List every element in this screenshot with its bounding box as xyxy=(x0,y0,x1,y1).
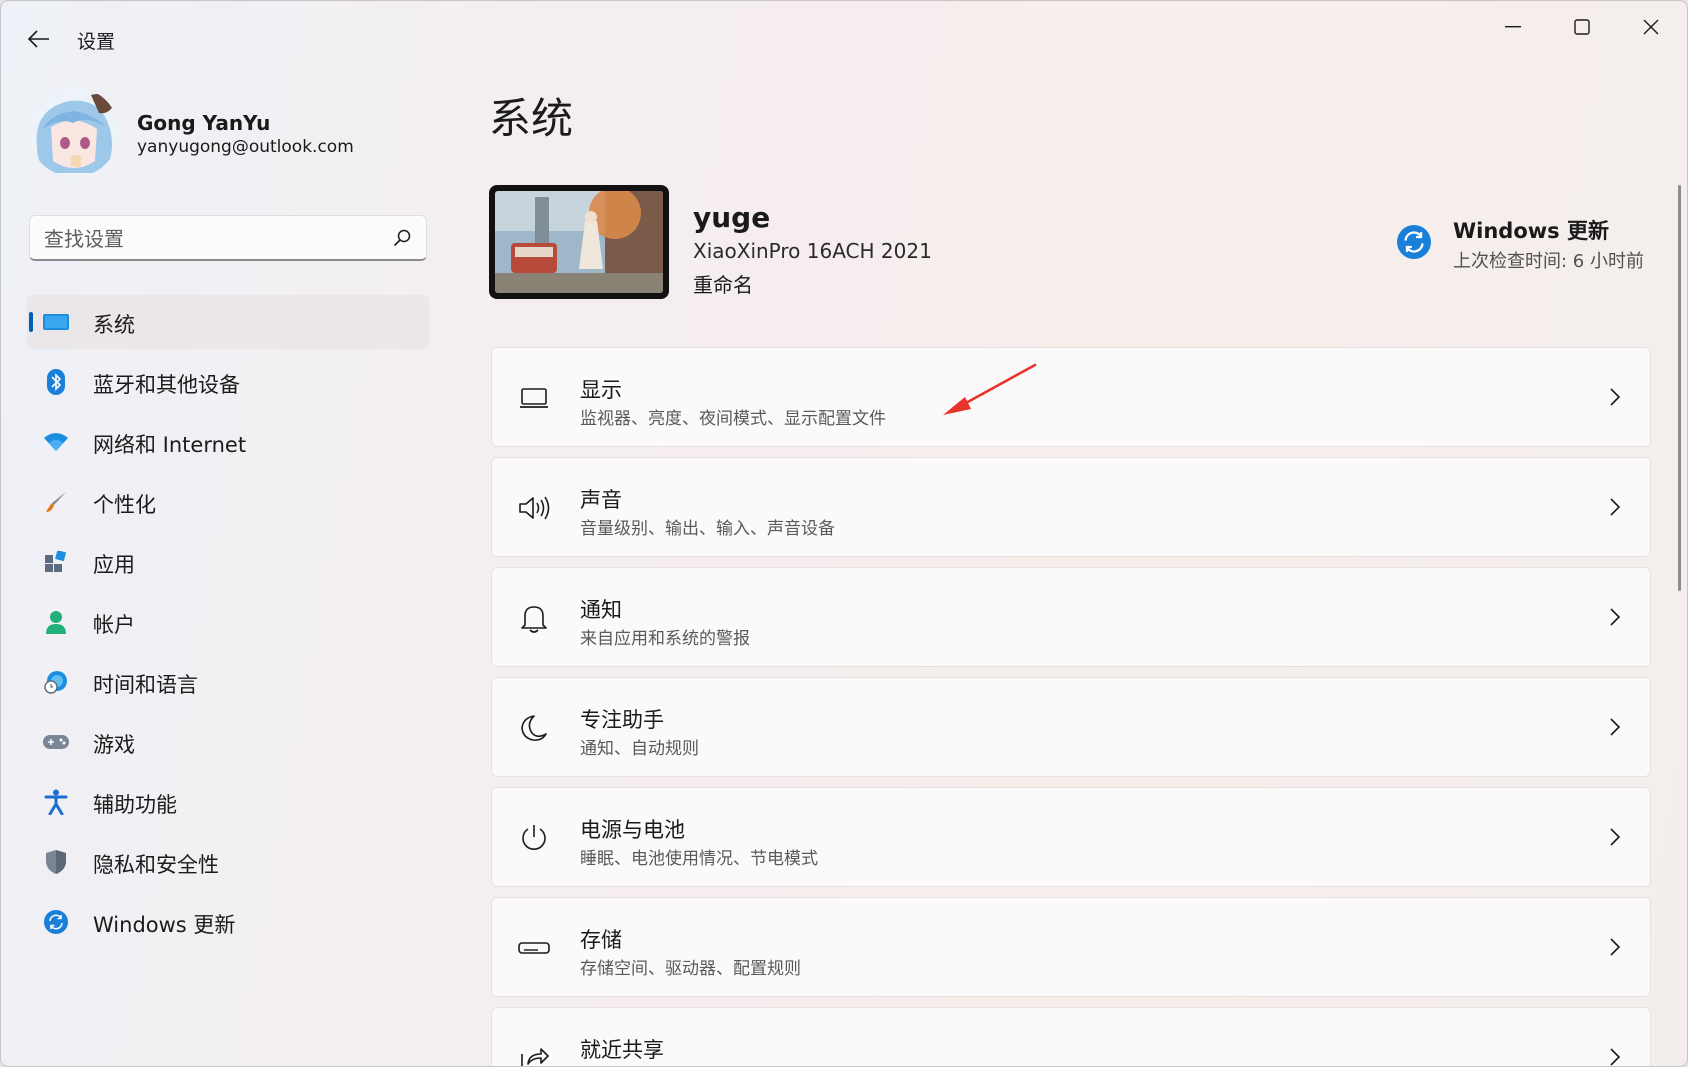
card-subtitle: 通知、自动规则 xyxy=(580,739,699,759)
sidebar-item-label: 蓝牙和其他设备 xyxy=(93,373,240,397)
device-name: yuge xyxy=(693,201,771,234)
sidebar-item-label: 个性化 xyxy=(93,493,156,517)
chevron-right-icon xyxy=(1610,608,1621,626)
sidebar-nav: 系统 蓝牙和其他设备 网络和 Internet 个性化 应用 帐户 时间和语言 … xyxy=(27,295,429,955)
sidebar-item-label: 游戏 xyxy=(93,733,135,757)
share-icon xyxy=(518,1042,550,1066)
update-icon[interactable] xyxy=(1397,225,1431,259)
sidebar-item-accessibility[interactable]: 辅助功能 xyxy=(27,775,429,829)
apps-icon xyxy=(43,549,69,575)
annotation-arrow-icon xyxy=(943,363,1037,415)
minimize-button[interactable] xyxy=(1481,9,1545,45)
user-email: yanyugong@outlook.com xyxy=(137,137,354,157)
sidebar-item-privacy[interactable]: 隐私和安全性 xyxy=(27,835,429,889)
shield-icon xyxy=(43,849,69,875)
sidebar-item-label: 网络和 Internet xyxy=(93,433,247,457)
monitor-icon xyxy=(43,309,69,335)
card-title: 专注助手 xyxy=(580,708,664,732)
search-box xyxy=(29,215,427,261)
sidebar-item-gaming[interactable]: 游戏 xyxy=(27,715,429,769)
card-subtitle: 存储空间、驱动器、配置规则 xyxy=(580,959,801,979)
sidebar-item-label: 辅助功能 xyxy=(93,793,177,817)
sidebar-item-label: Windows 更新 xyxy=(93,913,236,937)
scrollbar[interactable] xyxy=(1678,185,1681,591)
rename-link[interactable]: 重命名 xyxy=(693,269,753,298)
sidebar-item-label: 时间和语言 xyxy=(93,673,198,697)
settings-window: 设置 Gong YanYu yanyugong@outlook.com 查找设置… xyxy=(0,0,1688,1067)
sidebar-item-label: 系统 xyxy=(93,313,135,337)
display-icon xyxy=(518,382,550,414)
card-title: 存储 xyxy=(580,928,622,952)
sidebar-item-windows-update[interactable]: Windows 更新 xyxy=(27,895,429,949)
sidebar-item-label: 应用 xyxy=(93,553,135,577)
chevron-right-icon xyxy=(1610,828,1621,846)
sidebar-item-accounts[interactable]: 帐户 xyxy=(27,595,429,649)
sidebar-item-label: 帐户 xyxy=(93,613,135,637)
chevron-right-icon xyxy=(1610,1048,1621,1066)
close-icon xyxy=(1643,19,1659,35)
card-subtitle: 音量级别、输出、输入、声音设备 xyxy=(580,519,835,539)
back-button[interactable] xyxy=(23,23,55,55)
card-display[interactable]: 显示 监视器、亮度、夜间模式、显示配置文件 xyxy=(491,347,1651,447)
sidebar-item-system[interactable]: 系统 xyxy=(27,295,429,349)
card-title: 通知 xyxy=(580,598,622,622)
card-title: 电源与电池 xyxy=(580,818,685,842)
sidebar-item-time-language[interactable]: 时间和语言 xyxy=(27,655,429,709)
brush-icon xyxy=(43,489,69,515)
chevron-right-icon xyxy=(1610,718,1621,736)
windows-update-last-checked: 上次检查时间: 6 小时前 xyxy=(1453,251,1644,272)
card-storage[interactable]: 存储 存储空间、驱动器、配置规则 xyxy=(491,897,1651,997)
device-wallpaper-thumbnail xyxy=(489,185,669,299)
app-title: 设置 xyxy=(77,31,116,53)
windows-update-title[interactable]: Windows 更新 xyxy=(1453,215,1609,245)
chevron-right-icon xyxy=(1610,938,1621,956)
card-subtitle: 监视器、亮度、夜间模式、显示配置文件 xyxy=(580,409,886,429)
user-name: Gong YanYu xyxy=(137,111,271,135)
accessibility-icon xyxy=(43,789,69,815)
sidebar-item-label: 隐私和安全性 xyxy=(93,853,219,877)
card-power-battery[interactable]: 电源与电池 睡眠、电池使用情况、节电模式 xyxy=(491,787,1651,887)
close-button[interactable] xyxy=(1619,9,1683,45)
card-subtitle: 来自应用和系统的警报 xyxy=(580,629,750,649)
sidebar-item-bluetooth[interactable]: 蓝牙和其他设备 xyxy=(27,355,429,409)
maximize-icon xyxy=(1574,19,1590,35)
settings-cards: 显示 监视器、亮度、夜间模式、显示配置文件 声音 音量级别、输出、输入、声音设备… xyxy=(491,347,1651,1066)
card-title: 显示 xyxy=(580,378,622,402)
gamepad-icon xyxy=(43,729,69,755)
search-input[interactable] xyxy=(42,224,376,254)
title-bar: 设置 xyxy=(1,1,1687,77)
user-profile[interactable]: Gong YanYu yanyugong@outlook.com xyxy=(29,87,429,181)
sidebar-item-network[interactable]: 网络和 Internet xyxy=(27,415,429,469)
account-icon xyxy=(43,609,69,635)
globe-clock-icon xyxy=(43,669,69,695)
arrow-left-icon xyxy=(28,30,49,48)
card-title: 就近共享 xyxy=(580,1038,664,1062)
update-icon xyxy=(43,909,69,935)
moon-icon xyxy=(518,712,550,744)
sidebar-item-apps[interactable]: 应用 xyxy=(27,535,429,589)
sidebar-item-personalization[interactable]: 个性化 xyxy=(27,475,429,529)
bell-icon xyxy=(518,602,550,634)
card-focus-assist[interactable]: 专注助手 通知、自动规则 xyxy=(491,677,1651,777)
power-icon xyxy=(518,822,550,854)
card-subtitle: 睡眠、电池使用情况、节电模式 xyxy=(580,849,818,869)
wifi-icon xyxy=(43,429,69,455)
search-icon[interactable] xyxy=(392,228,412,248)
bluetooth-icon xyxy=(43,369,69,395)
card-sound[interactable]: 声音 音量级别、输出、输入、声音设备 xyxy=(491,457,1651,557)
storage-icon xyxy=(518,932,550,964)
card-notifications[interactable]: 通知 来自应用和系统的警报 xyxy=(491,567,1651,667)
card-nearby-sharing[interactable]: 就近共享 xyxy=(491,1007,1651,1066)
avatar xyxy=(29,87,119,177)
card-title: 声音 xyxy=(580,488,622,512)
speaker-icon xyxy=(518,492,550,524)
device-model: XiaoXinPro 16ACH 2021 xyxy=(693,239,932,263)
chevron-right-icon xyxy=(1610,498,1621,516)
maximize-button[interactable] xyxy=(1550,9,1614,45)
chevron-right-icon xyxy=(1610,388,1621,406)
page-title: 系统 xyxy=(489,94,574,143)
minimize-icon xyxy=(1505,26,1521,28)
